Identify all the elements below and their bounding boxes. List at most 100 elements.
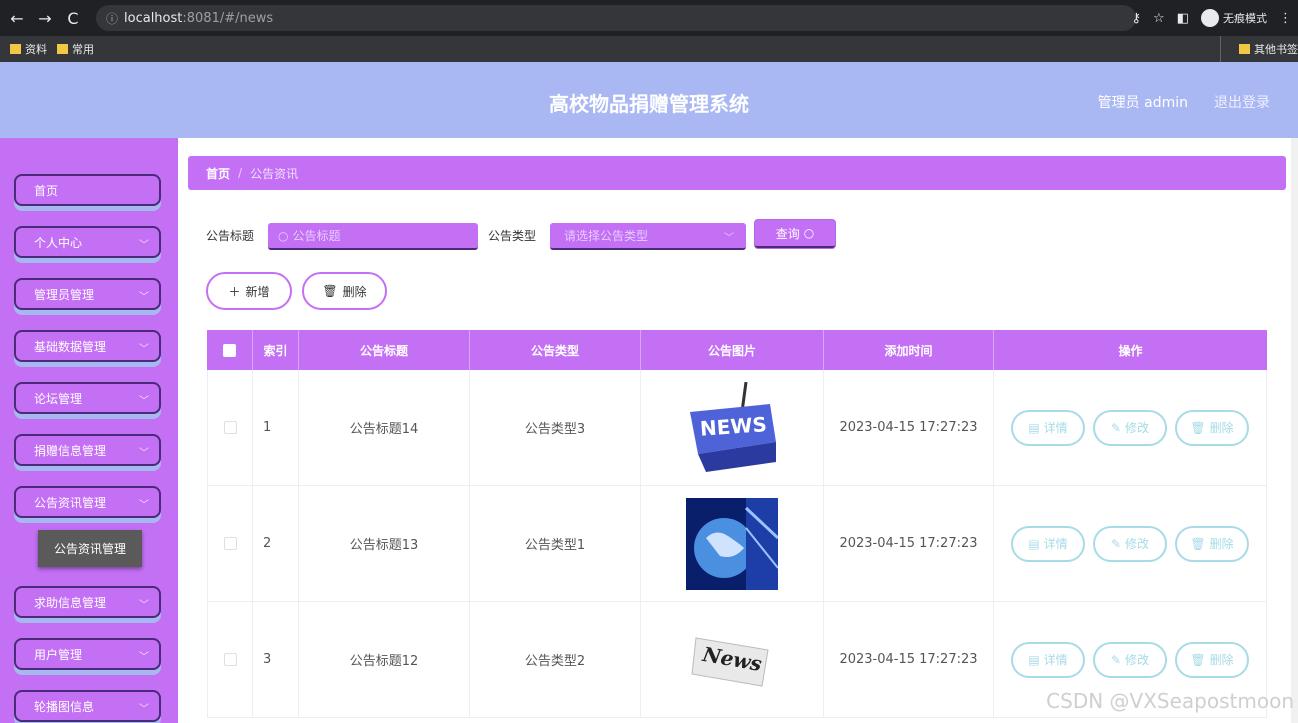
browser-toolbar: ← → C ⓘ localhost :8081/#/news ⚷ ☆ ◧ 无痕模… bbox=[0, 0, 1298, 36]
bookmark-folder-2[interactable]: 常用 bbox=[57, 41, 94, 57]
folder-icon bbox=[1239, 44, 1250, 54]
breadcrumb: 首页 / 公告资讯 bbox=[188, 156, 1286, 190]
folder-icon bbox=[57, 44, 68, 54]
edit-label: 修改 bbox=[1125, 653, 1150, 667]
header-image: 公告图片 bbox=[641, 330, 824, 370]
forward-icon[interactable]: → bbox=[34, 9, 56, 28]
row-title: 公告标题14 bbox=[299, 370, 470, 485]
chevron-down-icon: ﹀ bbox=[139, 292, 149, 303]
row-time: 2023-04-15 17:27:23 bbox=[824, 370, 994, 485]
row-image-cell: News bbox=[641, 602, 824, 717]
row-checkbox[interactable] bbox=[223, 421, 237, 434]
row-index: 1 bbox=[253, 370, 299, 485]
incognito-badge[interactable]: 无痕模式 bbox=[1201, 9, 1267, 27]
submenu-item-news-manage[interactable]: 公告资讯管理 bbox=[38, 530, 142, 567]
detail-label: 详情 bbox=[1043, 421, 1068, 435]
select-all-cell bbox=[207, 330, 253, 370]
sidebar-item-admin[interactable]: 管理员管理 ﹀ bbox=[14, 278, 161, 310]
sidebar: 首页 个人中心 ﹀ 管理员管理 ﹀ 基础数据管理 ﹀ 论坛管理 ﹀ 捐赠信息管理 ﹀ 公告… bbox=[0, 138, 178, 723]
sidebar-item-personal[interactable]: 个人中心 ﹀ bbox=[14, 226, 161, 258]
title-search-input[interactable]: ○ 公告标题 bbox=[268, 223, 478, 250]
trash-icon: 🗑 bbox=[1190, 536, 1206, 551]
sidebar-item-forum[interactable]: 论坛管理 ﹀ bbox=[14, 382, 161, 414]
chevron-down-icon: ﹀ bbox=[139, 448, 149, 459]
row-type: 公告类型3 bbox=[470, 370, 641, 485]
back-icon[interactable]: ← bbox=[6, 9, 28, 28]
trash-icon: 🗑 bbox=[1190, 652, 1206, 667]
logout-link[interactable]: 退出登录 bbox=[1214, 92, 1270, 112]
more-icon[interactable]: ⋮ bbox=[1279, 11, 1292, 26]
pencil-icon: ✎ bbox=[1110, 420, 1122, 435]
detail-button[interactable]: ▤ 详情 bbox=[1011, 409, 1085, 446]
sidebar-item-label: 轮播图信息 bbox=[34, 699, 95, 714]
detail-button[interactable]: ▤ 详情 bbox=[1011, 641, 1085, 678]
plus-icon: ＋ bbox=[228, 284, 241, 299]
query-button[interactable]: 查询 ○ bbox=[755, 220, 835, 248]
info-icon[interactable]: ⓘ bbox=[106, 10, 118, 27]
document-icon: ▤ bbox=[1028, 420, 1040, 435]
chevron-down-icon: ﹀ bbox=[139, 600, 149, 611]
trash-icon: 🗑 bbox=[1190, 420, 1206, 435]
sidebar-item-help[interactable]: 求助信息管理 ﹀ bbox=[14, 586, 161, 618]
breadcrumb-home[interactable]: 首页 bbox=[206, 165, 230, 182]
sidepanel-icon[interactable]: ◧ bbox=[1177, 11, 1189, 26]
edit-label: 修改 bbox=[1125, 537, 1150, 551]
detail-button[interactable]: ▤ 详情 bbox=[1011, 525, 1085, 562]
edit-button[interactable]: ✎ 修改 bbox=[1093, 409, 1167, 446]
news-key-image[interactable]: NEWS bbox=[686, 381, 778, 474]
header-title: 公告标题 bbox=[299, 330, 470, 370]
row-title: 公告标题13 bbox=[299, 486, 470, 601]
sidebar-item-users[interactable]: 用户管理 ﹀ bbox=[14, 638, 161, 670]
header-type: 公告类型 bbox=[470, 330, 641, 370]
key-icon[interactable]: ⚷ bbox=[1132, 11, 1142, 26]
breadcrumb-current: 公告资讯 bbox=[250, 166, 299, 181]
sidebar-item-label: 论坛管理 bbox=[34, 391, 83, 406]
row-delete-button[interactable]: 🗑 删除 bbox=[1175, 409, 1249, 446]
bookmark-folder-1[interactable]: 资料 bbox=[10, 41, 47, 57]
chevron-down-icon: ﹀ bbox=[139, 344, 149, 355]
sidebar-item-donation[interactable]: 捐赠信息管理 ﹀ bbox=[14, 434, 161, 466]
search-icon: ○ bbox=[803, 226, 815, 240]
type-select[interactable]: 请选择公告类型 ﹀ bbox=[550, 223, 746, 250]
sidebar-item-news[interactable]: 公告资讯管理 ﹀ bbox=[14, 486, 161, 518]
row-delete-button[interactable]: 🗑 删除 bbox=[1175, 641, 1249, 678]
row-actions: ▤ 详情 ✎ 修改 🗑 删除 bbox=[994, 486, 1267, 601]
trash-icon: 🗑 bbox=[322, 284, 338, 298]
page-scrollbar[interactable] bbox=[1291, 138, 1298, 723]
reload-icon[interactable]: C bbox=[62, 9, 84, 28]
delete-button[interactable]: 🗑 删除 bbox=[302, 272, 387, 310]
sidebar-item-label: 基础数据管理 bbox=[34, 339, 107, 354]
chevron-down-icon: ﹀ bbox=[139, 500, 149, 511]
url-host: localhost bbox=[124, 10, 183, 26]
sidebar-item-label: 管理员管理 bbox=[34, 287, 95, 302]
table-row: 1 公告标题14 公告类型3 NEWS 2023-04-15 17:27:23 … bbox=[207, 370, 1267, 486]
sidebar-item-basedata[interactable]: 基础数据管理 ﹀ bbox=[14, 330, 161, 362]
delete-button-label: 删除 bbox=[342, 284, 367, 299]
query-button-label: 查询 bbox=[775, 226, 800, 241]
bookmark-label: 常用 bbox=[72, 43, 94, 56]
globe-news-image[interactable] bbox=[686, 497, 778, 590]
address-bar[interactable]: ⓘ localhost :8081/#/news bbox=[96, 5, 1136, 31]
title-search-placeholder: 公告标题 bbox=[292, 229, 341, 243]
folder-icon bbox=[10, 44, 21, 54]
row-delete-button[interactable]: 🗑 删除 bbox=[1175, 525, 1249, 562]
sidebar-item-carousel[interactable]: 轮播图信息 ﹀ bbox=[14, 690, 161, 722]
select-all-checkbox[interactable] bbox=[223, 343, 236, 357]
row-checkbox[interactable] bbox=[223, 653, 237, 666]
sidebar-item-label: 用户管理 bbox=[34, 647, 83, 662]
row-checkbox[interactable] bbox=[223, 537, 237, 550]
star-icon[interactable]: ☆ bbox=[1153, 11, 1165, 26]
sidebar-item-home[interactable]: 首页 bbox=[14, 174, 161, 206]
other-bookmarks[interactable]: 其他书签 bbox=[1220, 36, 1298, 62]
edit-button[interactable]: ✎ 修改 bbox=[1093, 641, 1167, 678]
chevron-down-icon: ﹀ bbox=[139, 396, 149, 407]
svg-text:NEWS: NEWS bbox=[699, 412, 767, 441]
edit-button[interactable]: ✎ 修改 bbox=[1093, 525, 1167, 562]
detail-label: 详情 bbox=[1043, 653, 1068, 667]
row-index: 2 bbox=[253, 486, 299, 601]
admin-info: 管理员 admin bbox=[1097, 95, 1188, 111]
news-table: 索引 公告标题 公告类型 公告图片 添加时间 操作 1 公告标题14 公告类型3… bbox=[207, 330, 1267, 718]
incognito-label: 无痕模式 bbox=[1223, 12, 1267, 25]
newspaper-image[interactable]: News bbox=[686, 613, 778, 706]
add-button[interactable]: ＋ 新增 bbox=[206, 272, 292, 310]
